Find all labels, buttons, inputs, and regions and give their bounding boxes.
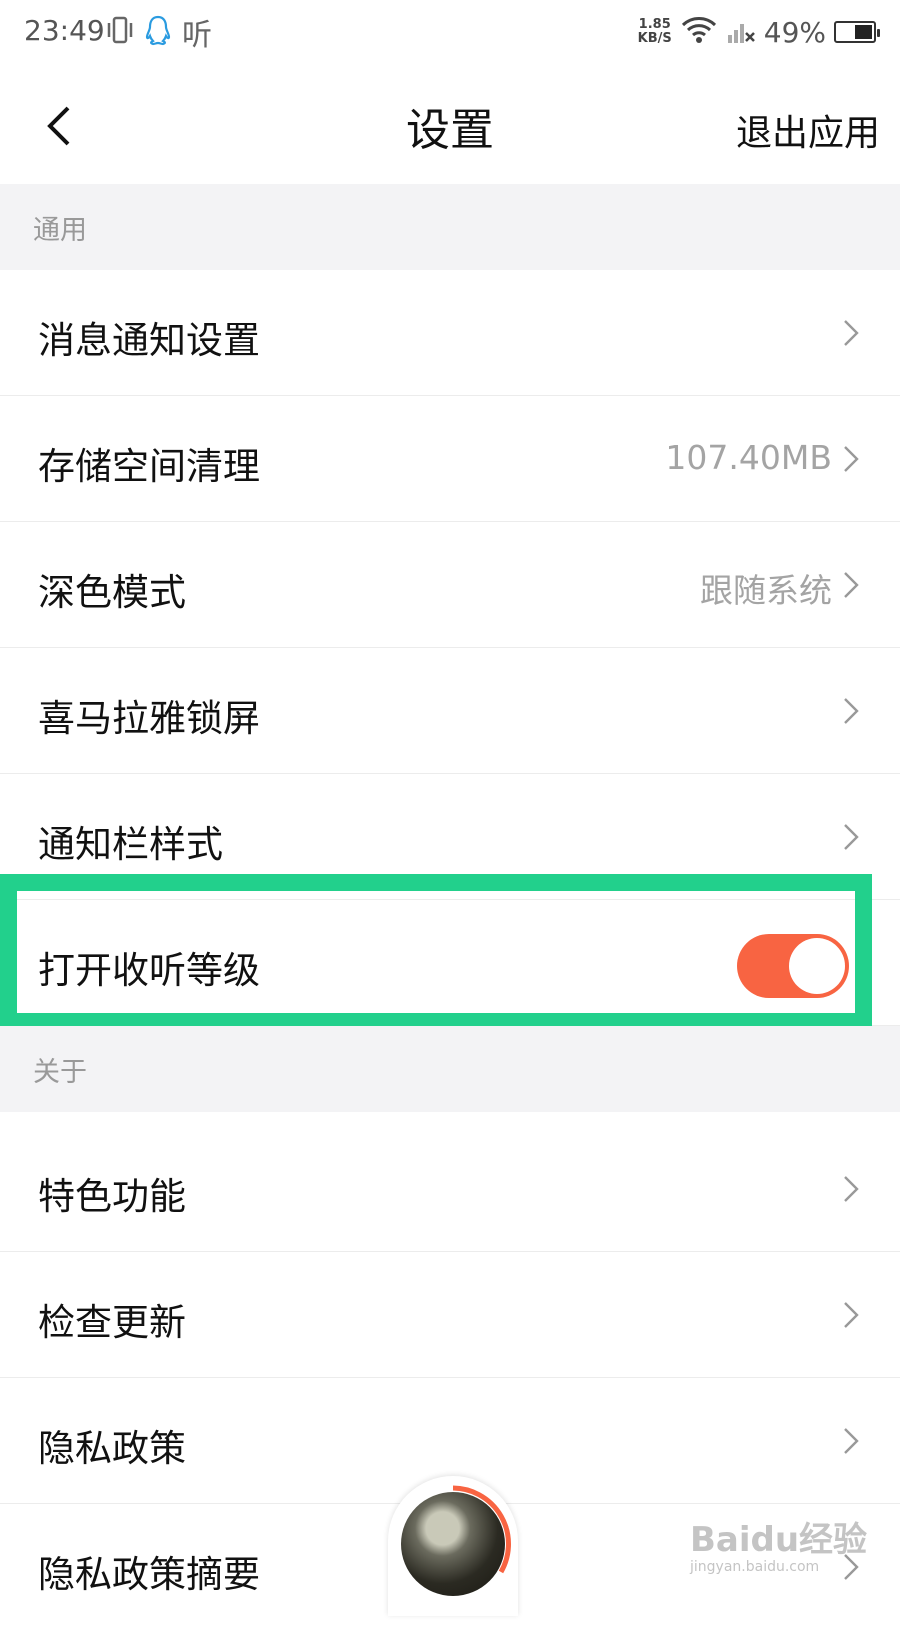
setting-label: 隐私政策 xyxy=(38,1427,186,1470)
exit-app-button[interactable]: 退出应用 xyxy=(736,104,880,156)
setting-row-features[interactable]: 特色功能 xyxy=(0,1126,900,1252)
battery-icon xyxy=(834,21,880,43)
setting-label: 通知栏样式 xyxy=(38,823,223,866)
setting-row-notifications[interactable]: 消息通知设置 xyxy=(0,270,900,396)
setting-label: 喜马拉雅锁屏 xyxy=(38,697,260,740)
signal-off-icon xyxy=(726,15,756,49)
setting-label: 特色功能 xyxy=(38,1175,186,1218)
status-time: 23:49 xyxy=(24,14,105,47)
setting-row-lockscreen[interactable]: 喜马拉雅锁屏 xyxy=(0,648,900,774)
chevron-right-icon xyxy=(844,824,859,850)
chevron-right-icon xyxy=(844,572,859,598)
setting-label: 存储空间清理 xyxy=(38,445,260,488)
setting-label: 隐私政策摘要 xyxy=(38,1553,260,1596)
setting-label: 打开收听等级 xyxy=(38,949,260,992)
network-speed: 1.85 KB/S xyxy=(637,17,672,46)
header-bar: 设置 退出应用 xyxy=(0,66,900,186)
floating-player-button[interactable] xyxy=(388,1476,518,1616)
status-bar: 23:49 听 1.85 KB/S 49% xyxy=(0,0,900,66)
chevron-right-icon xyxy=(844,446,859,472)
chevron-right-icon xyxy=(844,1302,859,1328)
vibrate-icon xyxy=(106,14,134,50)
chevron-right-icon xyxy=(844,1176,859,1202)
progress-ring xyxy=(452,1485,511,1574)
setting-row-notification-bar-style[interactable]: 通知栏样式 xyxy=(0,774,900,900)
chevron-right-icon xyxy=(844,1428,859,1454)
battery-percent: 49% xyxy=(763,15,826,49)
setting-row-storage-cleanup[interactable]: 存储空间清理 107.40MB xyxy=(0,396,900,522)
dark-mode-value: 跟随系统 xyxy=(700,571,832,610)
wifi-icon xyxy=(680,15,718,49)
storage-size-value: 107.40MB xyxy=(665,438,832,477)
toggle-knob xyxy=(789,938,845,994)
section-header-about: 关于 xyxy=(0,1026,900,1112)
app-glyph: 听 xyxy=(182,18,212,53)
setting-label: 深色模式 xyxy=(38,571,186,614)
listening-level-toggle[interactable] xyxy=(737,934,849,998)
setting-row-dark-mode[interactable]: 深色模式 跟随系统 xyxy=(0,522,900,648)
setting-label: 消息通知设置 xyxy=(38,319,260,362)
setting-row-check-update[interactable]: 检查更新 xyxy=(0,1252,900,1378)
setting-label: 检查更新 xyxy=(38,1301,186,1344)
chevron-right-icon xyxy=(844,320,859,346)
watermark: Baidu经验 jingyan.baidu.com xyxy=(690,1520,868,1575)
chevron-right-icon xyxy=(844,698,859,724)
section-header-general: 通用 xyxy=(0,184,900,270)
qq-icon xyxy=(144,14,172,50)
setting-row-listening-level: 打开收听等级 xyxy=(0,900,900,1026)
